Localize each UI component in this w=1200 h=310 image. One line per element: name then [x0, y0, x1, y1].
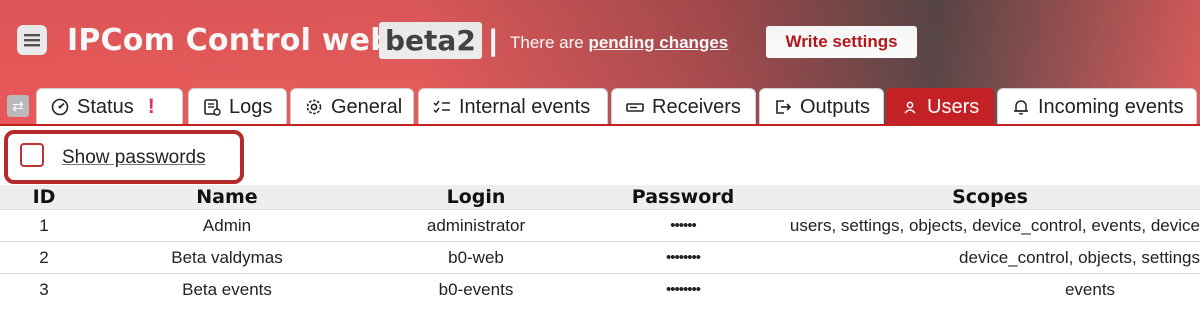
- tab-internal-events[interactable]: Internal events: [418, 88, 608, 125]
- gear-icon: [304, 97, 324, 117]
- tabs-underline: [0, 124, 1200, 126]
- bell-icon: [1011, 97, 1031, 117]
- show-passwords-label[interactable]: Show passwords: [62, 147, 206, 169]
- tab-status[interactable]: Status !: [36, 88, 183, 125]
- show-passwords-checkbox[interactable]: [20, 143, 44, 167]
- table-row[interactable]: 2 Beta valdymas b0-web •••••••• device_c…: [0, 241, 1200, 274]
- checklist-icon: [432, 97, 452, 117]
- cell-scopes: device_control, objects, settings: [780, 241, 1200, 274]
- tab-logs[interactable]: Logs: [188, 88, 287, 125]
- tab-label: Incoming events: [1038, 95, 1184, 118]
- tab-label: Logs: [229, 95, 273, 118]
- tab-label: Outputs: [800, 95, 871, 118]
- cell-login: b0-events: [366, 273, 586, 305]
- tab-label: Internal events: [459, 95, 591, 118]
- title-separator: |: [489, 24, 498, 57]
- tab-receivers[interactable]: Receivers: [611, 88, 756, 125]
- hamburger-icon: [24, 34, 40, 47]
- cell-name: Beta events: [88, 273, 366, 305]
- column-header-password[interactable]: Password: [586, 185, 780, 210]
- cell-id: 3: [0, 273, 88, 305]
- tab-label: General: [331, 95, 403, 118]
- column-header-name[interactable]: Name: [88, 185, 366, 210]
- tab-incoming-events[interactable]: Incoming events: [997, 88, 1197, 125]
- cell-scopes: events: [780, 273, 1200, 305]
- receiver-icon: [625, 97, 645, 117]
- tab-label: Status: [77, 95, 134, 118]
- cell-scopes: users, settings, objects, device_control…: [780, 209, 1200, 242]
- write-settings-button[interactable]: Write settings: [766, 26, 917, 58]
- tab-users[interactable]: Users: [886, 88, 994, 125]
- table-row[interactable]: 3 Beta events b0-events •••••••• events: [0, 273, 1200, 305]
- table-row[interactable]: 1 Admin administrator •••••• users, sett…: [0, 209, 1200, 242]
- cell-password: ••••••••: [586, 273, 780, 305]
- table-header-row: ID Name Login Password Scopes: [0, 185, 1200, 210]
- tab-outputs[interactable]: Outputs: [759, 88, 884, 125]
- column-header-login[interactable]: Login: [366, 185, 586, 210]
- pending-prefix: There are: [510, 33, 584, 52]
- tab-label: Users: [927, 95, 980, 118]
- cell-name: Beta valdymas: [88, 241, 366, 274]
- pending-changes-link[interactable]: pending changes: [588, 33, 728, 52]
- column-header-id[interactable]: ID: [0, 185, 88, 210]
- tab-general[interactable]: General: [290, 88, 414, 125]
- cell-login: administrator: [366, 209, 586, 242]
- cell-login: b0-web: [366, 241, 586, 274]
- user-icon: [900, 97, 920, 117]
- column-header-scopes[interactable]: Scopes: [780, 185, 1200, 210]
- status-alert-icon: !: [147, 95, 155, 118]
- version-badge: beta2: [379, 22, 482, 59]
- cell-password: ••••••: [586, 209, 780, 242]
- pending-notice: There are pending changes: [510, 33, 728, 53]
- sync-icon[interactable]: ⇄: [7, 95, 29, 117]
- tab-label: Receivers: [652, 95, 741, 118]
- hamburger-menu-button[interactable]: [17, 25, 47, 55]
- cell-id: 1: [0, 209, 88, 242]
- cell-id: 2: [0, 241, 88, 274]
- log-icon: [202, 97, 222, 117]
- gauge-icon: [50, 97, 70, 117]
- app-title: IPCom Control web: [67, 23, 392, 58]
- cell-name: Admin: [88, 209, 366, 242]
- output-icon: [773, 97, 793, 117]
- users-table: ID Name Login Password Scopes 1 Admin ad…: [0, 185, 1200, 305]
- cell-password: ••••••••: [586, 241, 780, 274]
